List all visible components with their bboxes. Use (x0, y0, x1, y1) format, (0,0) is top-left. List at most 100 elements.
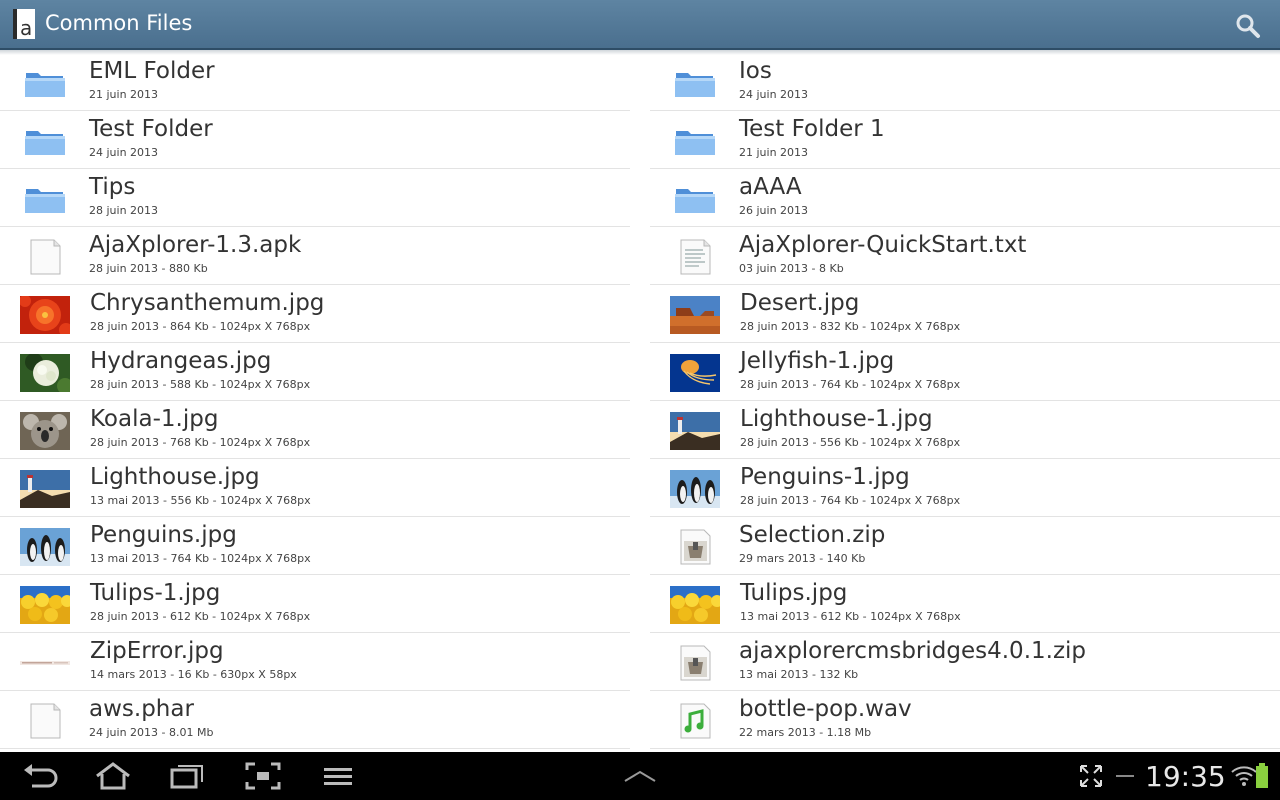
file-row[interactable]: Test Folder 1 21 juin 2013 (650, 111, 1280, 169)
screenshot-icon[interactable] (243, 760, 283, 792)
file-meta: 28 juin 2013 - 764 Kb - 1024px X 768px (740, 494, 961, 507)
fullscreen-icon[interactable] (1071, 760, 1111, 792)
file-row[interactable]: Tips 28 juin 2013 (0, 169, 630, 227)
file-name: Tulips-1.jpg (90, 580, 221, 606)
file-name: bottle-pop.wav (739, 696, 912, 722)
koala-thumbnail (20, 412, 70, 450)
file-meta: 21 juin 2013 (739, 146, 809, 159)
file-row[interactable]: Penguins.jpg 13 mai 2013 - 764 Kb - 1024p… (0, 517, 630, 575)
minimize-icon[interactable] (1106, 760, 1146, 792)
search-icon[interactable] (1234, 12, 1262, 40)
file-row[interactable]: aws.phar 24 juin 2013 - 8.01 Mb (0, 691, 630, 749)
file-row[interactable]: Lighthouse.jpg 13 mai 2013 - 556 Kb - 102… (0, 459, 630, 517)
page-title: Common Files (45, 11, 193, 35)
audio-file-icon (670, 702, 720, 740)
flower-thumbnail (19, 295, 73, 337)
file-row[interactable]: ajaxplorercmsbridges4.0.1.zip 13 mai 2013… (650, 633, 1280, 691)
app-logo-icon[interactable]: a (12, 8, 38, 40)
file-meta: 13 mai 2013 - 132 Kb (739, 668, 859, 681)
file-icon (20, 702, 70, 740)
hydrangea-thumbnail (20, 353, 73, 394)
file-name: ZipError.jpg (90, 638, 224, 664)
system-navigation-bar: 19:35 (0, 752, 1280, 800)
desert-thumbnail (670, 296, 720, 334)
file-row[interactable]: Test Folder 24 juin 2013 (0, 111, 630, 169)
lighthouse-thumbnail (670, 412, 720, 450)
jellyfish-thumbnail (670, 354, 720, 392)
file-meta: 21 juin 2013 (89, 88, 159, 101)
file-name: Lighthouse-1.jpg (740, 406, 933, 432)
file-name: AjaXplorer-QuickStart.txt (739, 232, 1027, 258)
file-meta: 28 juin 2013 - 768 Kb - 1024px X 768px (90, 436, 311, 449)
penguins-thumbnail (20, 528, 70, 566)
chevron-up-icon[interactable] (620, 760, 660, 792)
file-list-right: Ios 24 juin 2013 Test Folder 1 21 juin 2013… (650, 53, 1280, 749)
home-icon[interactable] (93, 760, 133, 792)
file-row[interactable]: ZipError.jpg 14 mars 2013 - 16 Kb - 630px… (0, 633, 630, 691)
file-row[interactable]: aAAA 26 juin 2013 (650, 169, 1280, 227)
file-row[interactable]: Tulips-1.jpg 28 juin 2013 - 612 Kb - 1024… (0, 575, 630, 633)
folder-icon (670, 180, 720, 218)
zip-icon (670, 644, 720, 682)
file-row[interactable]: Chrysanthemum.jpg 28 juin 2013 - 864 Kb -… (0, 285, 630, 343)
battery-icon (1256, 763, 1268, 788)
menu-icon[interactable] (318, 760, 358, 792)
file-name: Penguins-1.jpg (740, 464, 910, 490)
file-meta: 28 juin 2013 - 612 Kb - 1024px X 768px (90, 610, 311, 623)
file-name: Jellyfish-1.jpg (740, 348, 895, 374)
folder-icon (20, 122, 70, 160)
file-row[interactable]: Tulips.jpg 13 mai 2013 - 612 Kb - 1024px … (650, 575, 1280, 633)
file-name: Lighthouse.jpg (90, 464, 260, 490)
file-meta: 14 mars 2013 - 16 Kb - 630px X 58px (90, 668, 297, 681)
file-list-left: EML Folder 21 juin 2013 Test Folder 24 juin… (0, 53, 630, 749)
file-meta: 24 juin 2013 - 8.01 Mb (89, 726, 214, 739)
file-name: ajaxplorercmsbridges4.0.1.zip (739, 638, 1087, 664)
file-meta: 03 juin 2013 - 8 Kb (739, 262, 844, 275)
recent-apps-icon[interactable] (168, 760, 208, 792)
file-meta: 28 juin 2013 - 588 Kb - 1024px X 768px (90, 378, 311, 391)
file-meta: 24 juin 2013 (89, 146, 159, 159)
back-icon[interactable] (20, 760, 60, 792)
file-row[interactable]: Jellyfish-1.jpg 28 juin 2013 - 764 Kb - 1… (650, 343, 1280, 401)
penguins-thumbnail (670, 470, 720, 508)
file-row[interactable]: AjaXplorer-QuickStart.txt 03 juin 2013 - … (650, 227, 1280, 285)
file-name: Test Folder 1 (739, 116, 885, 142)
file-name: aAAA (739, 174, 802, 200)
file-name: EML Folder (89, 58, 215, 84)
file-name: Hydrangeas.jpg (90, 348, 272, 374)
file-name: Desert.jpg (740, 290, 860, 316)
status-clock: 19:35 (1145, 760, 1226, 793)
file-row[interactable]: AjaXplorer-1.3.apk 28 juin 2013 - 880 Kb (0, 227, 630, 285)
folder-icon (20, 64, 70, 102)
svg-text:a: a (20, 16, 32, 40)
action-bar: a Common Files (0, 0, 1280, 50)
text-file-icon (670, 238, 720, 276)
file-meta: 28 juin 2013 (89, 204, 159, 217)
file-name: Koala-1.jpg (90, 406, 219, 432)
file-meta: 13 mai 2013 - 612 Kb - 1024px X 768px (740, 610, 961, 623)
file-meta: 26 juin 2013 (739, 204, 809, 217)
file-row[interactable]: Penguins-1.jpg 28 juin 2013 - 764 Kb - 10… (650, 459, 1280, 517)
file-meta: 22 mars 2013 - 1.18 Mb (739, 726, 872, 739)
file-name: Ios (739, 58, 772, 84)
file-name: Penguins.jpg (90, 522, 237, 548)
file-row[interactable]: Koala-1.jpg 28 juin 2013 - 768 Kb - 1024p… (0, 401, 630, 459)
file-row[interactable]: Ios 24 juin 2013 (650, 53, 1280, 111)
file-meta: 29 mars 2013 - 140 Kb (739, 552, 866, 565)
file-row[interactable]: EML Folder 21 juin 2013 (0, 53, 630, 111)
folder-icon (670, 122, 720, 160)
file-row[interactable]: Hydrangeas.jpg 28 juin 2013 - 588 Kb - 10… (0, 343, 630, 401)
file-meta: 28 juin 2013 - 832 Kb - 1024px X 768px (740, 320, 961, 333)
file-row[interactable]: bottle-pop.wav 22 mars 2013 - 1.18 Mb (650, 691, 1280, 749)
file-row[interactable]: Lighthouse-1.jpg 28 juin 2013 - 556 Kb - … (650, 401, 1280, 459)
file-meta: 24 juin 2013 (739, 88, 809, 101)
file-row[interactable]: Desert.jpg 28 juin 2013 - 832 Kb - 1024px… (650, 285, 1280, 343)
tulips-thumbnail (20, 586, 73, 624)
folder-icon (670, 64, 720, 102)
file-row[interactable]: Selection.zip 29 mars 2013 - 140 Kb (650, 517, 1280, 575)
file-name: Chrysanthemum.jpg (90, 290, 325, 316)
banner-thumbnail (20, 644, 70, 682)
tulips-thumbnail (670, 586, 723, 624)
file-meta: 28 juin 2013 - 556 Kb - 1024px X 768px (740, 436, 961, 449)
lighthouse-thumbnail (20, 470, 70, 508)
